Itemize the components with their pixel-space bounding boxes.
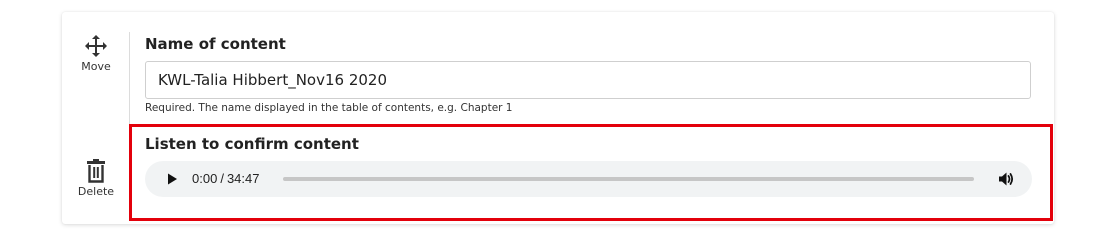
time-separator: /	[220, 171, 224, 186]
audio-player[interactable]: 0:00/34:47	[145, 161, 1032, 197]
name-input[interactable]	[145, 61, 1031, 99]
play-icon[interactable]	[165, 172, 179, 186]
time-display: 0:00/34:47	[192, 171, 259, 186]
listen-label: Listen to confirm content	[145, 135, 359, 153]
move-button[interactable]: Move	[64, 34, 128, 73]
name-help-text: Required. The name displayed in the tabl…	[145, 102, 513, 114]
name-field-label: Name of content	[145, 35, 286, 53]
volume-icon[interactable]	[997, 170, 1015, 188]
delete-label: Delete	[77, 185, 115, 198]
progress-bar[interactable]	[283, 177, 974, 181]
trash-icon	[87, 159, 105, 183]
move-label: Move	[81, 60, 111, 73]
duration: 34:47	[226, 171, 260, 186]
section-divider	[129, 32, 130, 218]
delete-button[interactable]: Delete	[64, 159, 128, 198]
current-time: 0:00	[192, 171, 218, 186]
move-icon	[85, 35, 107, 57]
